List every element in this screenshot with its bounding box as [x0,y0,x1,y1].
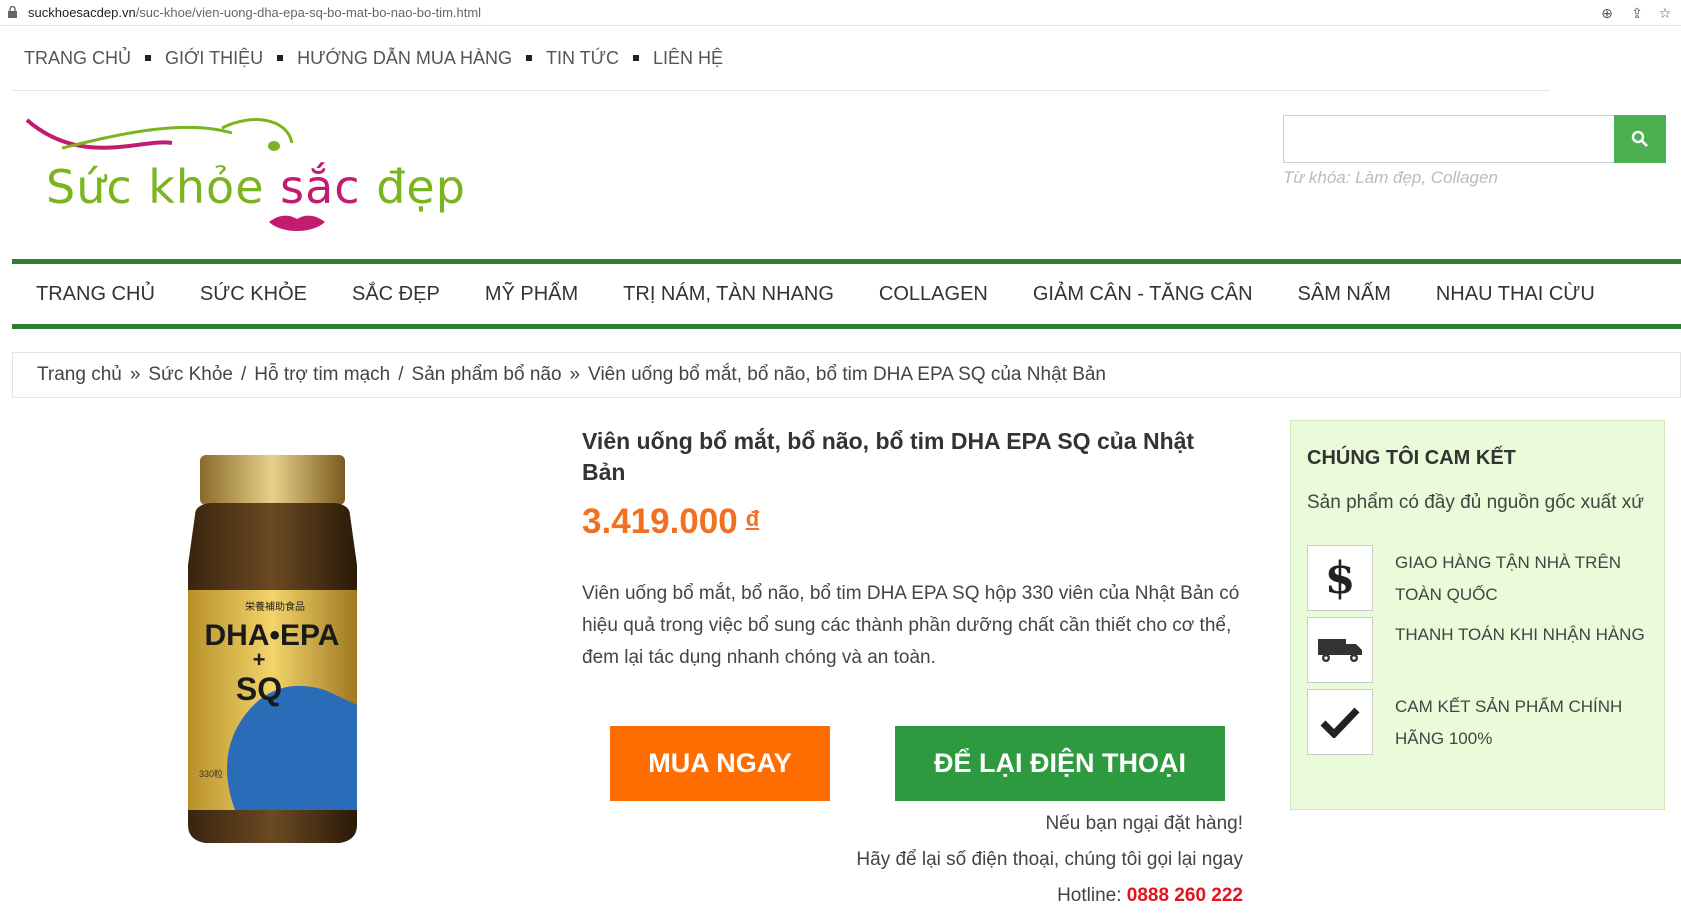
commitment-label: THANH TOÁN KHI NHẬN HÀNG [1395,625,1645,644]
mainnav-weight[interactable]: GIẢM CÂN - TĂNG CÂN [1033,283,1253,306]
url-text[interactable]: suckhoesacdep.vn/suc-khoe/vien-uong-dha-… [28,5,481,20]
mainnav-cosmetics[interactable]: MỸ PHẨM [485,283,578,306]
commitment-label: GIAO HÀNG TẬN NHÀ TRÊN TOÀN QUỐC [1395,553,1622,604]
nav-separator [525,55,532,61]
currency-symbol: đ [745,506,760,531]
commitment-box: CHÚNG TÔI CAM KẾT Sản phẩm có đầy đủ ngu… [1290,420,1665,810]
breadcrumb-brain[interactable]: Sản phẩm bổ não [412,364,562,386]
nav-separator [633,55,639,61]
bottle-count-text: 330粒 [199,768,223,779]
breadcrumb-current: Viên uống bổ mắt, bổ não, bổ tim DHA EPA… [588,364,1106,385]
mainnav-collagen[interactable]: COLLAGEN [879,283,988,306]
product-image[interactable]: 栄養補助食品 DHA•EPA + SQ 330粒 [175,455,370,845]
commitment-title: CHÚNG TÔI CAM KẾT [1307,447,1516,469]
commitment-item: $ GIAO HÀNG TẬN NHÀ TRÊN TOÀN QUỐC [1307,545,1657,611]
logo-text: Sức khỏe sắc đẹp [46,160,466,214]
breadcrumb-sep: » [569,364,581,385]
bottle-brand-text: DHA•EPA [205,619,340,652]
search-input[interactable] [1284,116,1614,162]
leave-phone-button[interactable]: ĐỂ LẠI ĐIỆN THOẠI [895,726,1225,801]
check-icon [1307,689,1373,755]
product-title: Viên uống bổ mắt, bổ não, bổ tim DHA EPA… [582,428,1195,485]
breadcrumb-sep: / [398,364,404,385]
search-icon [1631,130,1648,147]
address-bar[interactable]: suckhoesacdep.vn/suc-khoe/vien-uong-dha-… [0,0,1681,26]
mainnav-placenta[interactable]: NHAU THAI CỪU [1436,283,1595,306]
topnav-contact[interactable]: LIÊN HỆ [653,48,723,69]
bottle-plus-text: + [253,647,266,672]
breadcrumb-health[interactable]: Sức Khỏe [148,364,233,386]
mainnav-home[interactable]: TRANG CHỦ [36,283,155,306]
lips-icon [269,215,325,231]
truck-icon [1307,617,1373,683]
mainnav-ginseng[interactable]: SÂM NẤM [1298,283,1391,306]
topnav-guide[interactable]: HƯỚNG DẪN MUA HÀNG [297,48,512,69]
topnav-about[interactable]: GIỚI THIỆU [165,48,263,69]
bottle-jp-text: 栄養補助食品 [245,600,305,613]
star-icon[interactable]: ☆ [1656,4,1674,22]
commitment-subtitle: Sản phẩm có đầy đủ nguồn gốc xuất xứ [1307,492,1644,513]
product-price: 3.419.000 đ [582,502,760,541]
search-box [1283,115,1666,163]
order-note: Nếu bạn ngại đặt hàng! [1045,813,1243,834]
top-nav: TRANG CHỦ GIỚI THIỆU HƯỚNG DẪN MUA HÀNG … [24,46,723,70]
lock-icon [8,6,17,18]
share-icon[interactable]: ⇪ [1628,4,1646,22]
breadcrumb-heart[interactable]: Hỗ trợ tim mạch [254,364,390,386]
topnav-news[interactable]: TIN TỨC [546,48,619,69]
divider [12,90,1550,91]
callback-note: Hãy để lại số điện thoại, chúng tôi gọi … [856,849,1243,870]
topnav-home[interactable]: TRANG CHỦ [24,48,131,69]
mainnav-health[interactable]: SỨC KHỎE [200,283,307,306]
commitment-item: THANH TOÁN KHI NHẬN HÀNG [1307,617,1657,683]
buy-now-button[interactable]: MUA NGAY [610,726,830,801]
search-hint: Từ khóa: Làm đẹp, Collagen [1283,168,1498,187]
site-logo[interactable]: Sức khỏe sắc đẹp [22,108,465,238]
hotline: Hotline: 0888 260 222 [1057,885,1243,906]
commitment-label: CAM KẾT SẢN PHẨM CHÍNH HÃNG 100% [1395,697,1623,748]
zoom-icon[interactable]: ⊕ [1598,4,1616,22]
mainnav-beauty[interactable]: SẮC ĐẸP [352,283,440,306]
breadcrumb-sep: » [129,364,141,385]
commitment-item: CAM KẾT SẢN PHẨM CHÍNH HÃNG 100% [1307,689,1657,755]
product-description: Viên uống bổ mắt, bổ não, bổ tim DHA EPA… [582,583,1240,668]
main-nav: TRANG CHỦ SỨC KHỎE SẮC ĐẸP MỸ PHẨM TRỊ N… [12,259,1681,329]
breadcrumb-sep: / [240,364,247,385]
breadcrumb-home[interactable]: Trang chủ [37,364,122,386]
search-button[interactable] [1614,115,1666,163]
bottle-sq-text: SQ [236,671,282,707]
dollar-icon: $ [1307,545,1373,611]
nav-separator [145,55,151,61]
nav-separator [277,55,284,61]
breadcrumb: Trang chủ » Sức Khỏe / Hỗ trợ tim mạch /… [12,352,1681,398]
mainnav-melasma[interactable]: TRỊ NÁM, TÀN NHANG [623,283,834,306]
hotline-number[interactable]: 0888 260 222 [1127,885,1243,906]
